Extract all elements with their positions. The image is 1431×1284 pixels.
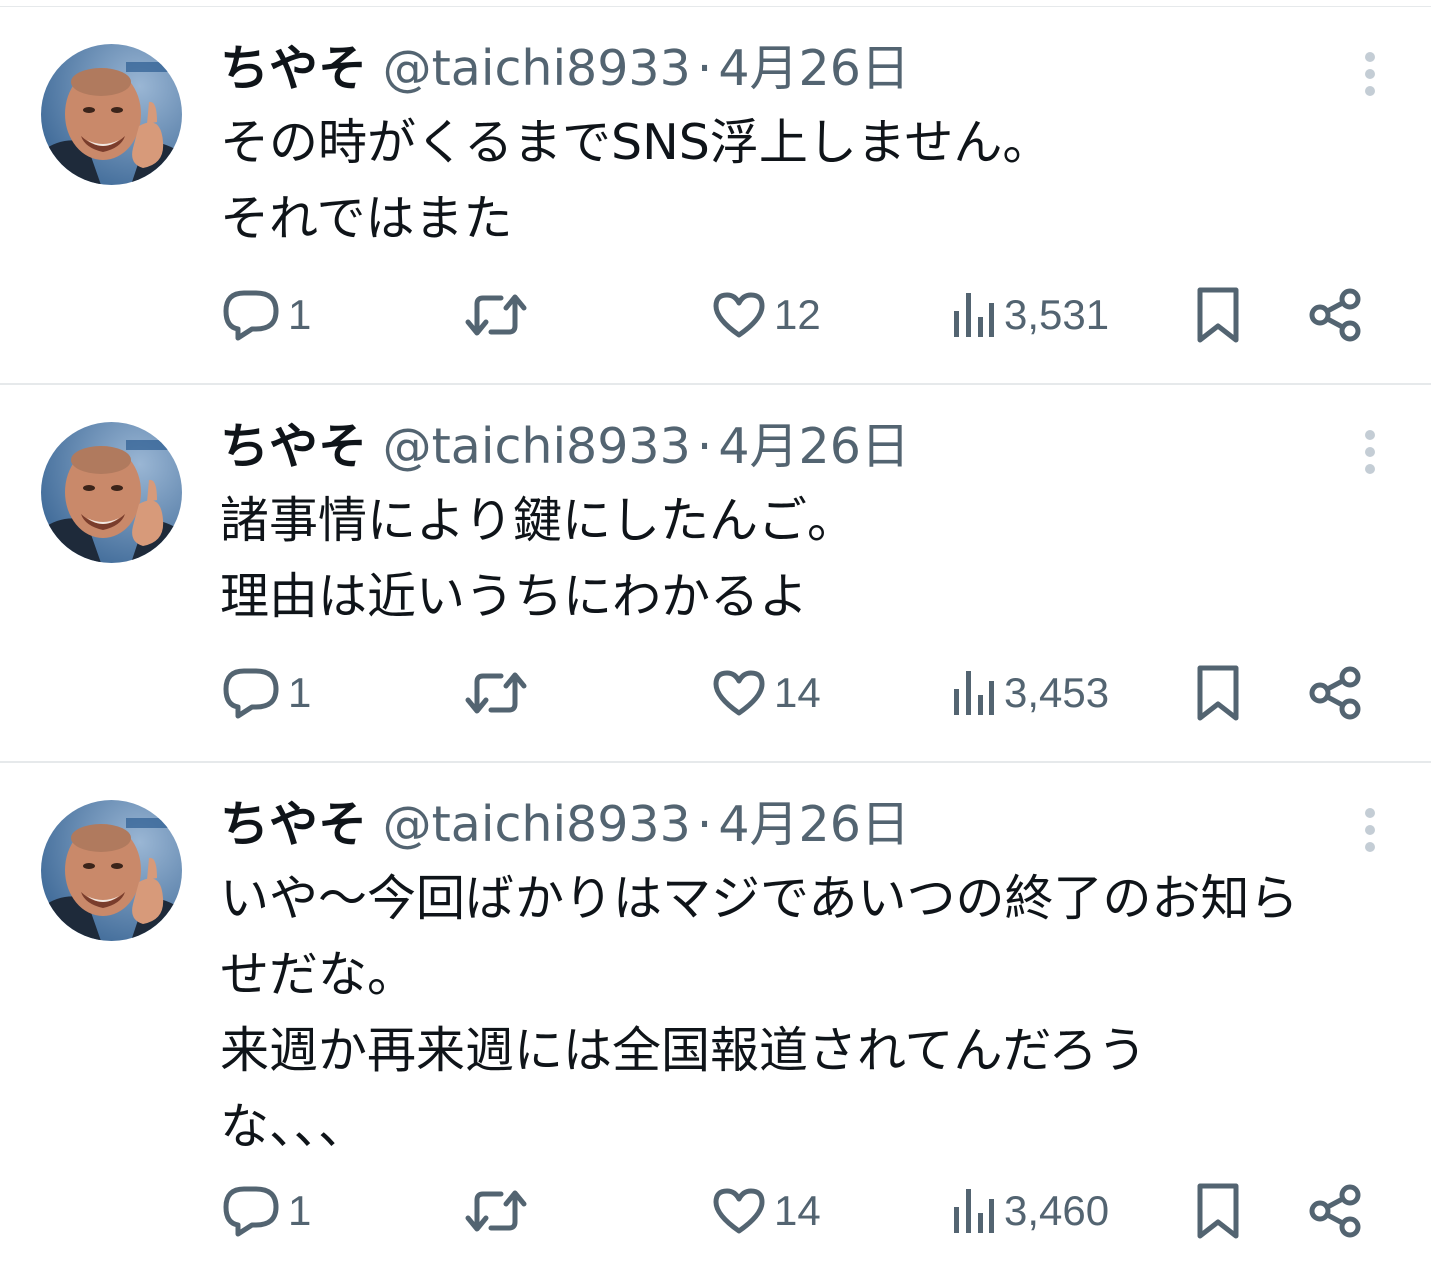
share-button[interactable] [1308,1181,1362,1241]
tweet-text: いや〜今回ばかりはマジであいつの終了のお知ら せだな。来週か再来週には全国報道され… [220,861,1400,1165]
bar-chart-icon [954,1189,994,1233]
reply-button[interactable]: 1 [222,285,311,345]
tweet-text-line: 諸事情により鍵にしたんご。 [220,492,857,549]
user-handle[interactable]: @taichi8933 [383,40,691,97]
avatar-photo [41,44,182,185]
reply-count: 1 [288,1187,312,1234]
views-button[interactable]: 3,453 [950,663,1109,723]
tweet-date[interactable]: 4月26日 [718,418,910,475]
bookmark-button[interactable] [1195,1181,1241,1241]
separator-dot: · [696,418,713,475]
retweet-icon [465,294,527,336]
tweet-header: ちやそ @taichi8933 · 4月26日 [220,793,910,857]
share-icon [1309,666,1361,720]
tweet-text: その時がくるまでSNS浮上しません。 それではまた [220,105,1400,257]
share-icon [1309,1184,1361,1238]
like-count: 14 [774,1187,821,1234]
view-count: 3,460 [1004,1187,1110,1234]
speech-bubble-icon [223,290,279,341]
bookmark-icon [1197,665,1239,721]
view-count: 3,531 [1004,291,1110,338]
tweet-text-line: 来週か再来週には全国報道されてんだろう [220,1022,1147,1079]
tweet-text-line: 理由は近いうちにわかるよ [220,568,809,625]
display-name[interactable]: ちやそ [220,40,367,97]
bar-chart-icon [954,671,994,715]
views-button[interactable]: 3,531 [950,285,1109,345]
retweet-icon [465,672,527,714]
tweet[interactable]: ちやそ @taichi8933 · 4月26日 諸事情により鍵にしたんご。 理由は近い… [0,385,1431,763]
tweet[interactable]: ちやそ @taichi8933 · 4月26日 その時がくるまでSNS浮上しません。… [0,7,1431,385]
heart-icon [713,1188,765,1234]
share-icon [1309,288,1361,342]
tweet-text-line: その時がくるまでSNS浮上しません。 [220,114,1052,171]
tweet-text-line: いや〜今回ばかりはマジであいつの終了のお知ら [220,870,1299,927]
tweet-text-line: せだな。 [220,946,417,1003]
avatar[interactable] [41,44,182,185]
retweet-button[interactable] [465,663,527,723]
tweet-text: 諸事情により鍵にしたんご。 理由は近いうちにわかるよ [220,483,1400,635]
display-name[interactable]: ちやそ [220,796,367,853]
bookmark-icon [1197,1183,1239,1239]
bookmark-icon [1197,287,1239,343]
separator-dot: · [696,40,713,97]
heart-icon [713,292,765,338]
reply-count: 1 [288,291,312,338]
like-button[interactable]: 14 [712,663,821,723]
speech-bubble-icon [223,668,279,719]
more-options-button[interactable] [1352,49,1388,99]
display-name[interactable]: ちやそ [220,418,367,475]
heart-icon [713,670,765,716]
avatar[interactable] [41,422,182,563]
vertical-ellipsis-icon [1365,808,1375,852]
more-options-button[interactable] [1352,805,1388,855]
user-handle[interactable]: @taichi8933 [383,418,691,475]
view-count: 3,453 [1004,669,1110,716]
vertical-ellipsis-icon [1365,52,1375,96]
more-options-button[interactable] [1352,427,1388,477]
tweet-text-line: それではまた [220,190,513,247]
views-button[interactable]: 3,460 [950,1181,1109,1241]
speech-bubble-icon [223,1186,279,1237]
retweet-button[interactable] [465,285,527,345]
share-button[interactable] [1308,663,1362,723]
reply-count: 1 [288,669,312,716]
tweet[interactable]: ちやそ @taichi8933 · 4月26日 いや〜今回ばかりはマジであいつの終了… [0,763,1431,1284]
reply-button[interactable]: 1 [222,663,311,723]
user-handle[interactable]: @taichi8933 [383,796,691,853]
tweet-text-line: な、、、 [220,1098,368,1155]
tweet-header: ちやそ @taichi8933 · 4月26日 [220,415,910,479]
bookmark-button[interactable] [1195,285,1241,345]
like-count: 14 [774,669,821,716]
avatar-photo [41,800,182,941]
tweet-date[interactable]: 4月26日 [718,40,910,97]
retweet-icon [465,1190,527,1232]
share-button[interactable] [1308,285,1362,345]
like-button[interactable]: 14 [712,1181,821,1241]
bookmark-button[interactable] [1195,663,1241,723]
vertical-ellipsis-icon [1365,430,1375,474]
bar-chart-icon [954,293,994,337]
avatar[interactable] [41,800,182,941]
reply-button[interactable]: 1 [222,1181,311,1241]
like-button[interactable]: 12 [712,285,821,345]
tweet-header: ちやそ @taichi8933 · 4月26日 [220,37,910,101]
avatar-photo [41,422,182,563]
like-count: 12 [774,291,821,338]
retweet-button[interactable] [465,1181,527,1241]
tweet-date[interactable]: 4月26日 [718,796,910,853]
separator-dot: · [696,796,713,853]
